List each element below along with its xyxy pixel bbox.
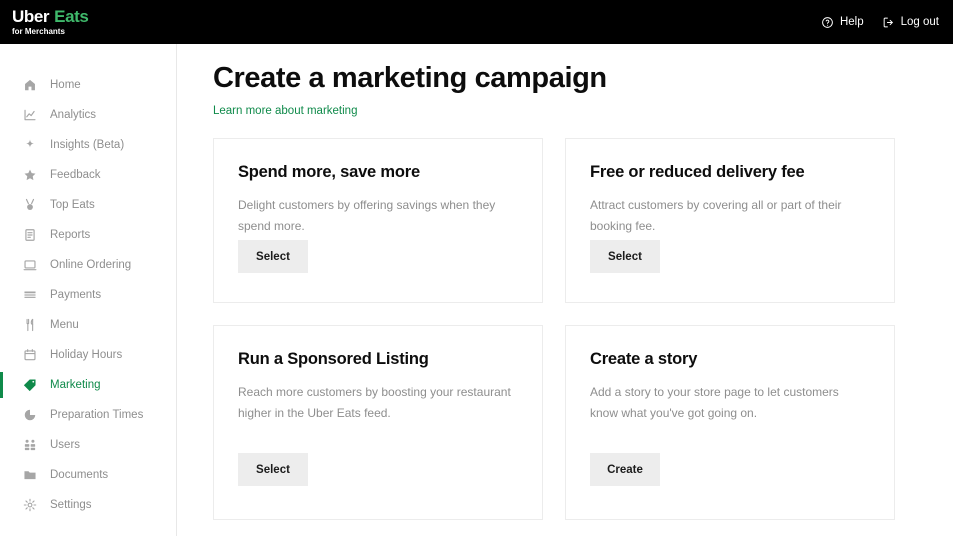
card-description: Attract customers by covering all or par… xyxy=(590,198,842,233)
sidebar-item-menu[interactable]: Menu xyxy=(0,310,176,340)
page-title: Create a marketing campaign xyxy=(213,62,607,94)
sidebar-item-label: Home xyxy=(50,79,81,91)
logout-label: Log out xyxy=(900,16,939,28)
sidebar-item-preparation-times[interactable]: Preparation Times xyxy=(0,400,176,430)
sidebar-item-label: Insights (Beta) xyxy=(50,139,125,151)
tag-icon xyxy=(22,378,37,393)
sidebar-item-holiday-hours[interactable]: Holiday Hours xyxy=(0,340,176,370)
campaign-card-sponsored-listing[interactable]: Run a Sponsored Listing Reach more custo… xyxy=(213,325,543,521)
campaign-card-spend-more[interactable]: Spend more, save more Delight customers … xyxy=(213,138,543,304)
sidebar-item-payments[interactable]: Payments xyxy=(0,280,176,310)
sidebar-item-feedback[interactable]: Feedback xyxy=(0,160,176,190)
card-description: Add a story to your store page to let cu… xyxy=(590,385,839,420)
campaign-card-create-story[interactable]: Create a story Add a story to your store… xyxy=(565,325,895,521)
question-circle-icon xyxy=(821,16,834,29)
laptop-icon xyxy=(22,258,37,273)
card-description: Delight customers by offering savings wh… xyxy=(238,198,496,233)
users-icon xyxy=(22,438,37,453)
card-icon xyxy=(22,288,37,303)
logout-icon xyxy=(882,16,895,29)
sidebar-item-online-ordering[interactable]: Online Ordering xyxy=(0,250,176,280)
sidebar-item-label: Reports xyxy=(50,229,91,241)
logo-subtitle: for Merchants xyxy=(12,27,65,36)
home-icon xyxy=(22,78,37,93)
campaign-card-grid: Spend more, save more Delight customers … xyxy=(213,138,953,521)
sidebar-item-label: Menu xyxy=(50,319,79,331)
calendar-icon xyxy=(22,348,37,363)
star-icon xyxy=(22,168,37,183)
learn-more-link[interactable]: Learn more about marketing xyxy=(213,105,357,117)
sidebar-item-users[interactable]: Users xyxy=(0,430,176,460)
sidebar: Home Analytics Insights (Beta) Feedback xyxy=(0,44,177,536)
chart-line-icon xyxy=(22,108,37,123)
logo-uber-text: Uber xyxy=(12,7,50,26)
gear-icon xyxy=(22,498,37,513)
sidebar-item-reports[interactable]: Reports xyxy=(0,220,176,250)
sidebar-item-settings[interactable]: Settings xyxy=(0,490,176,520)
logo-eats-text: Eats xyxy=(54,7,89,26)
top-bar-actions: Help Log out xyxy=(821,16,939,29)
card-description: Reach more customers by boosting your re… xyxy=(238,385,511,420)
sidebar-item-label: Analytics xyxy=(50,109,97,121)
sidebar-item-label: Payments xyxy=(50,289,102,301)
folder-icon xyxy=(22,468,37,483)
campaign-card-delivery-fee[interactable]: Free or reduced delivery fee Attract cus… xyxy=(565,138,895,304)
top-bar: Uber Eats for Merchants Help Log out xyxy=(0,0,953,44)
sparkle-icon xyxy=(22,138,37,153)
sidebar-item-label: Documents xyxy=(50,469,109,481)
document-icon xyxy=(22,228,37,243)
card-title: Run a Sponsored Listing xyxy=(238,350,429,369)
sidebar-item-marketing[interactable]: Marketing xyxy=(0,370,176,400)
help-label: Help xyxy=(839,16,864,28)
card-title: Free or reduced delivery fee xyxy=(590,163,805,182)
select-button[interactable]: Select xyxy=(238,453,308,487)
sidebar-item-insights[interactable]: Insights (Beta) xyxy=(0,130,176,160)
uber-eats-logo[interactable]: Uber Eats for Merchants xyxy=(12,7,89,36)
select-button[interactable]: Select xyxy=(590,240,660,274)
sidebar-item-label: Preparation Times xyxy=(50,409,144,421)
sidebar-item-label: Users xyxy=(50,439,81,451)
sidebar-item-home[interactable]: Home xyxy=(0,70,176,100)
sidebar-item-documents[interactable]: Documents xyxy=(0,460,176,490)
logo-wordmark: Uber Eats xyxy=(12,7,89,26)
card-title: Create a story xyxy=(590,350,698,369)
timer-icon xyxy=(22,408,37,423)
utensils-icon xyxy=(22,318,37,333)
sidebar-item-analytics[interactable]: Analytics xyxy=(0,100,176,130)
sidebar-item-label: Holiday Hours xyxy=(50,349,123,361)
page-root: Uber Eats for Merchants Help Log out Hom… xyxy=(0,0,953,536)
sidebar-item-label: Top Eats xyxy=(50,199,95,211)
sidebar-item-label: Marketing xyxy=(50,379,101,391)
medal-icon xyxy=(22,198,37,213)
create-button[interactable]: Create xyxy=(590,453,660,487)
select-button[interactable]: Select xyxy=(238,240,308,274)
logout-button[interactable]: Log out xyxy=(882,16,939,29)
sidebar-item-top-eats[interactable]: Top Eats xyxy=(0,190,176,220)
help-button[interactable]: Help xyxy=(821,16,864,29)
sidebar-item-label: Settings xyxy=(50,499,92,511)
sidebar-item-label: Online Ordering xyxy=(50,259,132,271)
main-content: Create a marketing campaign Learn more a… xyxy=(177,44,953,536)
sidebar-item-label: Feedback xyxy=(50,169,101,181)
card-title: Spend more, save more xyxy=(238,163,420,182)
